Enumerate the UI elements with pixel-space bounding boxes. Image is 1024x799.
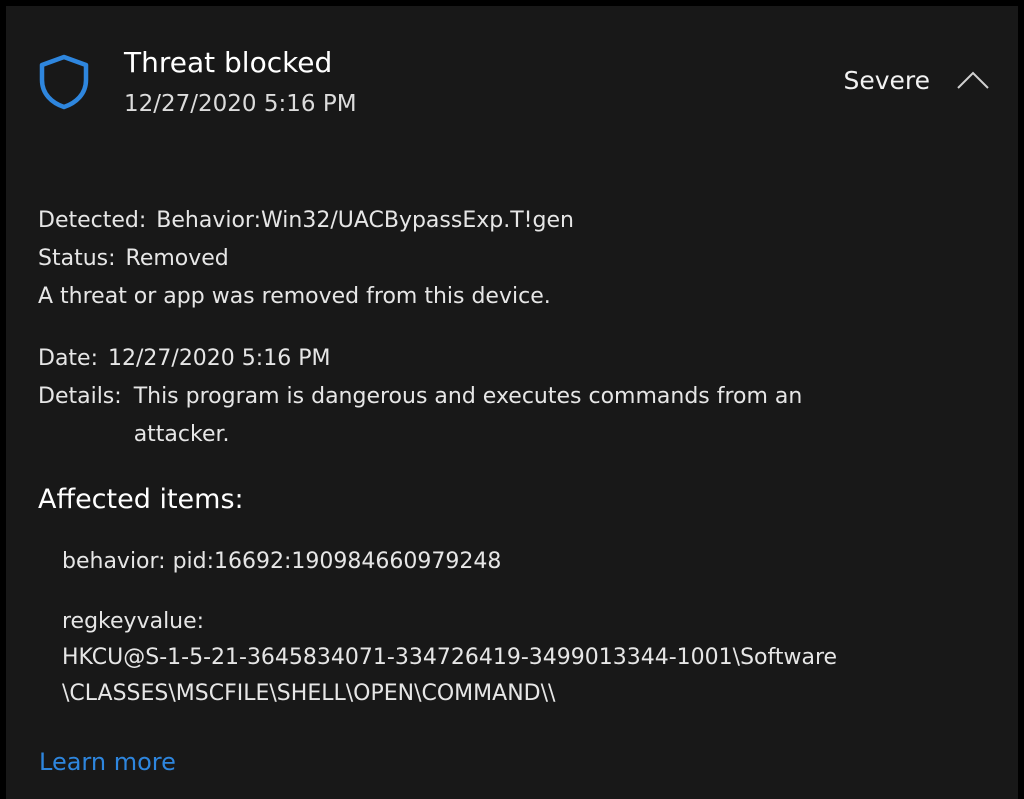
status-row: Status: Removed (38, 240, 988, 278)
date-value: 12/27/2020 5:16 PM (108, 346, 331, 371)
chevron-up-icon (957, 71, 989, 89)
threat-timestamp: 12/27/2020 5:16 PM (124, 91, 357, 117)
date-row: Date: 12/27/2020 5:16 PM (38, 340, 988, 378)
threat-header: Threat blocked 12/27/2020 5:16 PM Severe (6, 6, 1018, 136)
detected-row: Detected: Behavior:Win32/UACBypassExp.T!g… (38, 202, 988, 240)
status-value: Removed (125, 246, 229, 271)
status-label: Status: (38, 246, 116, 271)
affected-item-text: behavior: pid:16692:190984660979248 (62, 549, 502, 574)
affected-items-heading: Affected items: (38, 484, 244, 515)
affected-item: behavior: pid:16692:190984660979248 (62, 544, 988, 580)
date-label: Date: (38, 346, 98, 371)
affected-item-path: HKCU@S-1-5-21-3645834071-334726419-34990… (62, 645, 838, 670)
learn-more-link[interactable]: Learn more (39, 748, 176, 776)
details-label: Details: (38, 384, 122, 409)
threat-details: Detected: Behavior:Win32/UACBypassExp.T!g… (38, 202, 988, 712)
severity-label: Severe (843, 65, 930, 95)
details-row: Details: This program is dangerous and e… (38, 378, 988, 454)
collapse-toggle[interactable]: Severe (843, 60, 990, 100)
shield-icon (39, 54, 89, 110)
affected-item-type: regkeyvalue: (62, 609, 205, 634)
detected-value: Behavior:Win32/UACBypassExp.T!gen (156, 208, 574, 233)
affected-item-path-cont: \CLASSES\MSCFILE\SHELL\OPEN\COMMAND\\ (62, 681, 556, 706)
detected-label: Detected: (38, 208, 147, 233)
details-value: This program is dangerous and executes c… (133, 384, 803, 447)
threat-panel: Threat blocked 12/27/2020 5:16 PM Severe… (6, 6, 1018, 799)
status-message: A threat or app was removed from this de… (38, 284, 551, 309)
affected-item: regkeyvalue: HKCU@S-1-5-21-3645834071-33… (62, 604, 942, 712)
threat-title: Threat blocked (124, 46, 333, 79)
